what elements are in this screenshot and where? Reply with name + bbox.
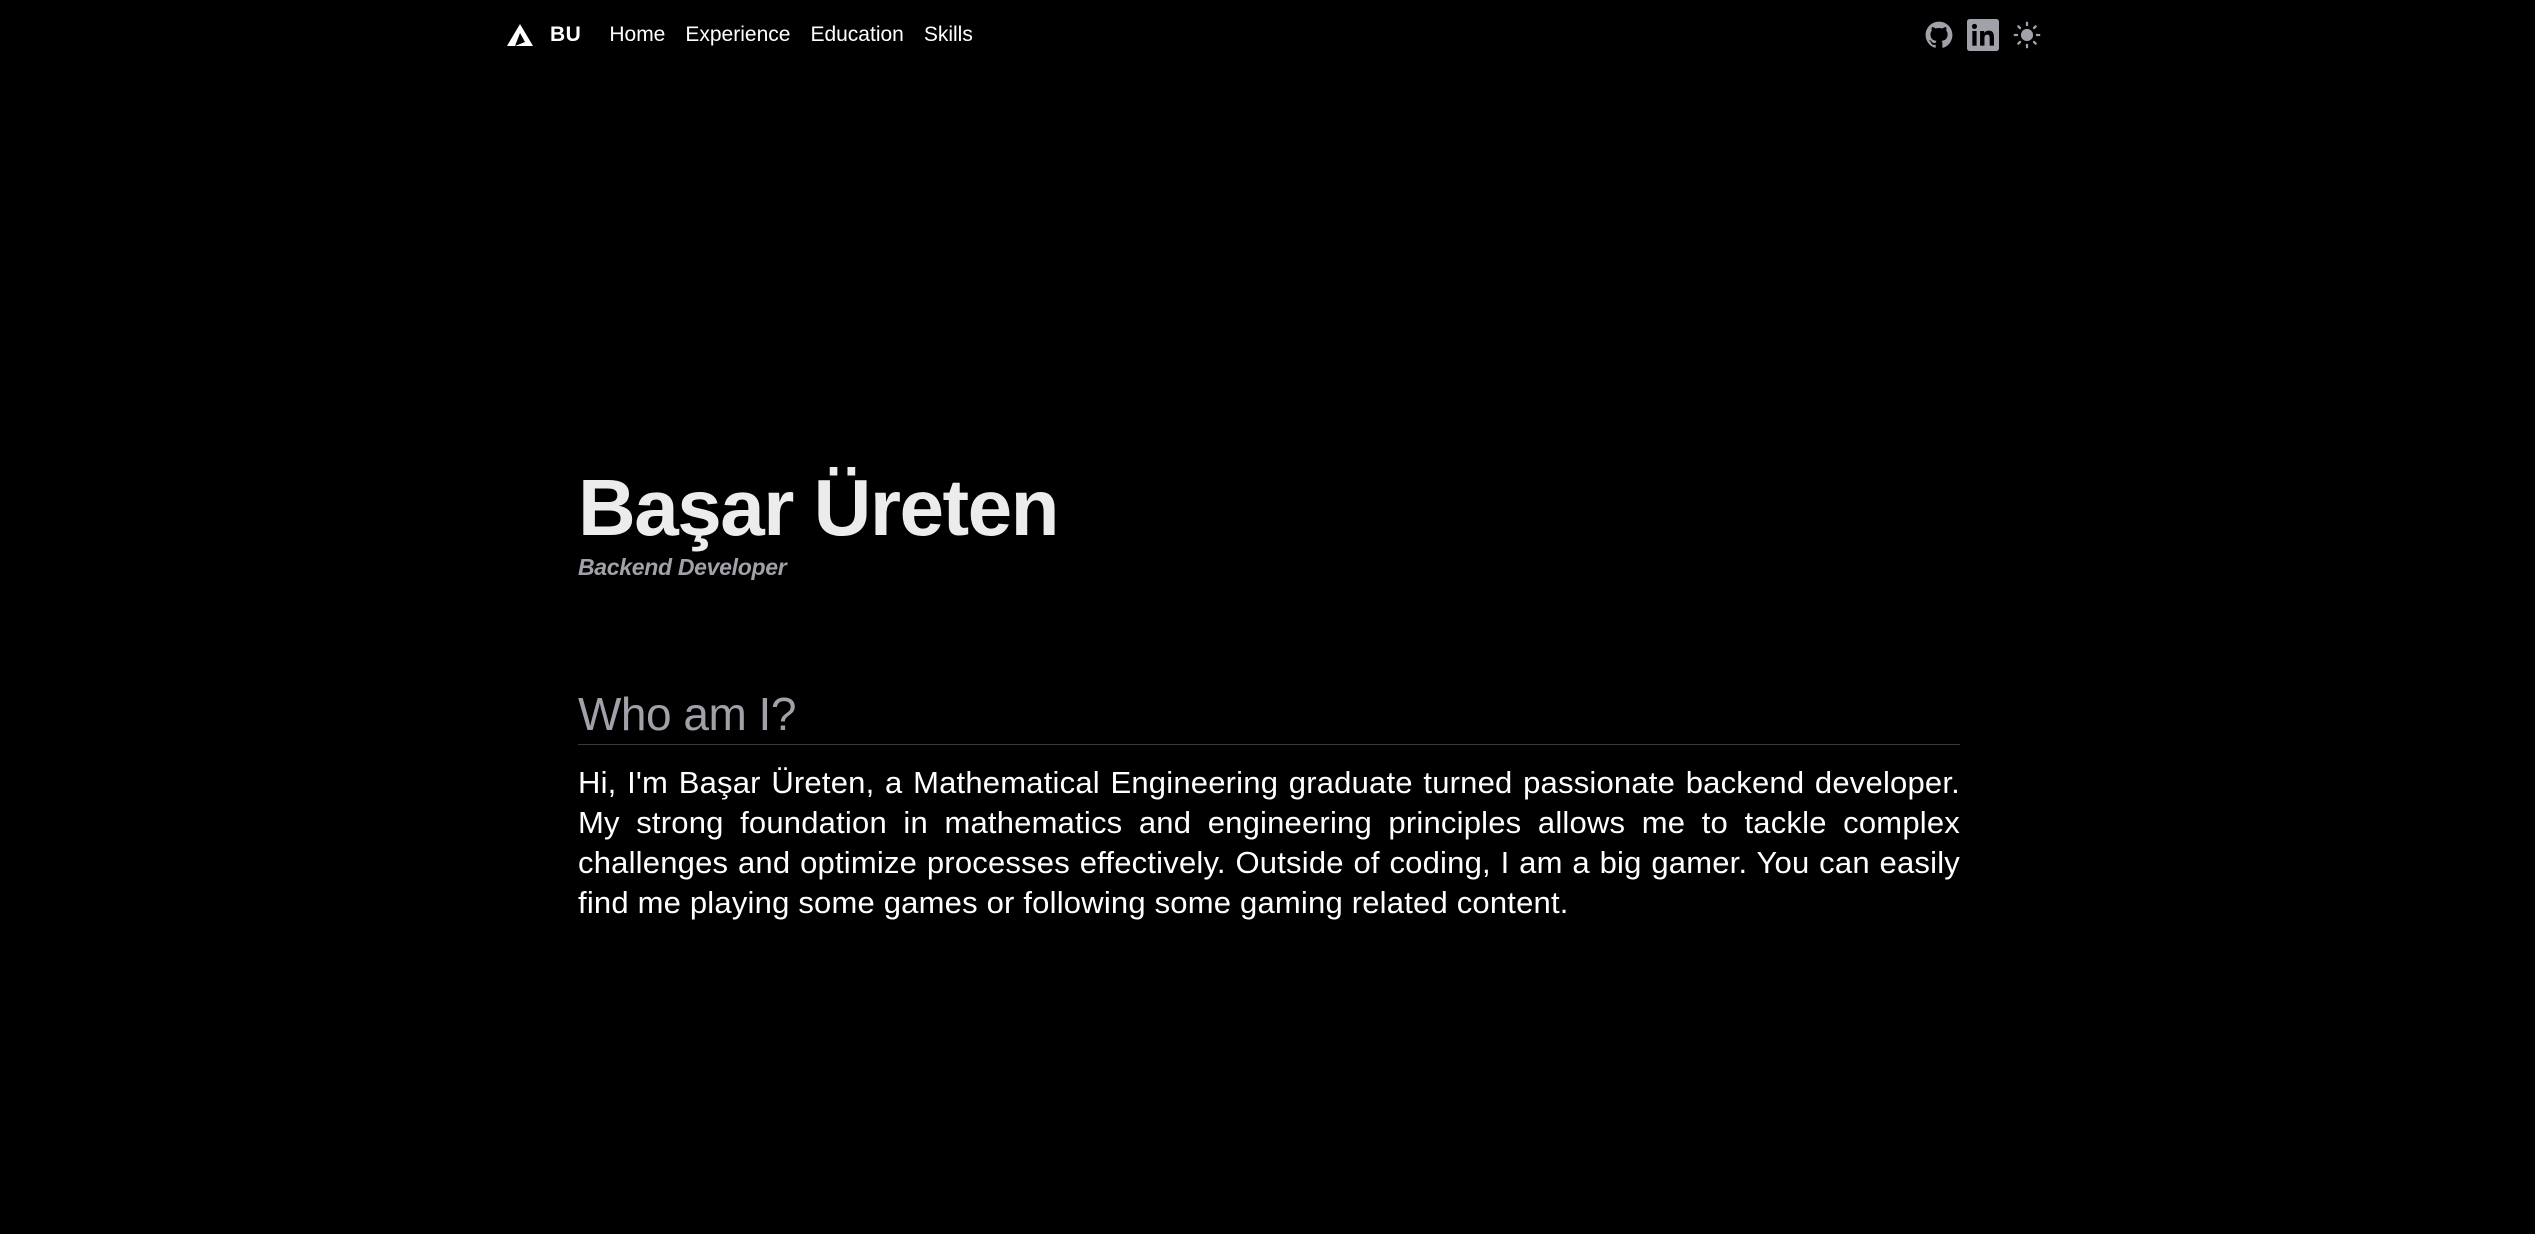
linkedin-link[interactable]: [1967, 19, 1999, 51]
brand-text: BU: [550, 23, 582, 46]
hero-role: Backend Developer: [578, 554, 787, 580]
about-text: Hi, I'm Başar Üreten, a Mathematical Eng…: [578, 765, 1960, 920]
nav-right: [1911, 19, 2041, 51]
logo-icon: [507, 24, 533, 46]
navbar: BU Home Experience Education Skills: [506, 14, 2041, 56]
linkedin-icon: [1967, 19, 1999, 51]
sun-icon: [2013, 21, 2041, 49]
theme-toggle-button[interactable]: [2013, 21, 2041, 49]
github-link[interactable]: [1925, 21, 1953, 49]
brand-link[interactable]: BU: [506, 23, 581, 47]
about-section: Who am I? Hi, I'm Başar Üreten, a Mathem…: [578, 684, 1960, 923]
main-nav: Home Experience Education Skills: [609, 23, 993, 47]
hero-section: Başar Üreten Backend Developer: [578, 462, 1960, 581]
nav-skills[interactable]: Skills: [924, 23, 973, 47]
page: BU Home Experience Education Skills Başa…: [0, 0, 2535, 1234]
nav-experience[interactable]: Experience: [685, 23, 790, 47]
nav-left: BU Home Experience Education Skills: [506, 23, 993, 47]
nav-home[interactable]: Home: [609, 23, 665, 47]
github-icon: [1925, 21, 1953, 48]
hero-name: Başar Üreten: [578, 463, 1060, 552]
nav-education[interactable]: Education: [810, 23, 903, 47]
about-heading: Who am I?: [578, 684, 1960, 745]
